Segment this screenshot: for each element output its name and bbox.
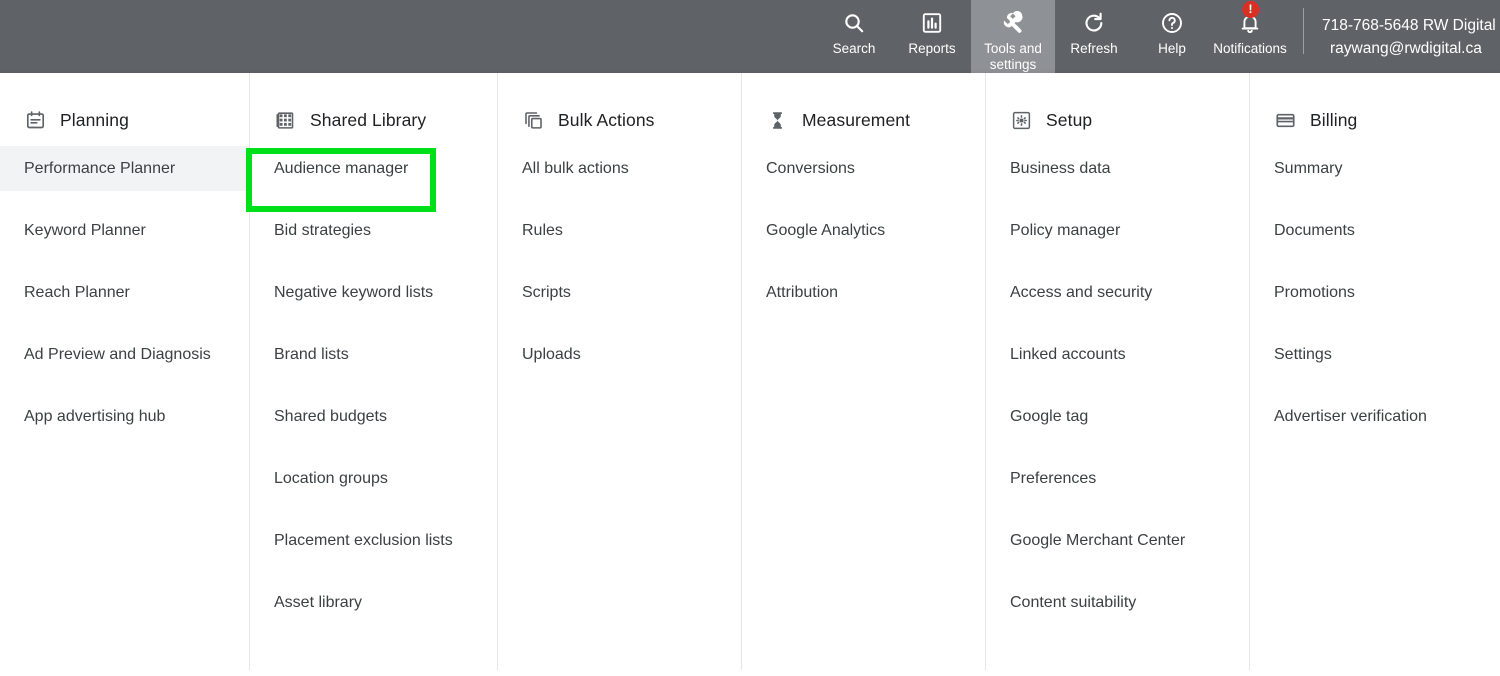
column-header-setup: Setup bbox=[986, 73, 1249, 137]
bar-chart-icon bbox=[920, 8, 944, 38]
tools-and-settings-menu-panel: Planning Performance Planner Keyword Pla… bbox=[0, 73, 1500, 670]
menu-item-keyword-planner[interactable]: Keyword Planner bbox=[0, 208, 249, 253]
menu-item-settings[interactable]: Settings bbox=[1250, 332, 1500, 377]
hourglass-icon bbox=[766, 109, 788, 131]
menu-item-advertiser-verification[interactable]: Advertiser verification bbox=[1250, 394, 1500, 439]
account-info[interactable]: 718-768-5648 RW Digital raywang@rwdigita… bbox=[1322, 0, 1500, 60]
menu-column-billing: Billing Summary Documents Promotions Set… bbox=[1250, 73, 1500, 670]
menu-items-measurement: Conversions Google Analytics Attribution bbox=[742, 137, 985, 315]
nav-item-refresh[interactable]: Refresh bbox=[1055, 0, 1133, 73]
credit-card-icon bbox=[1274, 109, 1296, 131]
help-circle-icon bbox=[1160, 8, 1184, 38]
menu-item-reach-planner[interactable]: Reach Planner bbox=[0, 270, 249, 315]
menu-item-google-tag[interactable]: Google tag bbox=[986, 394, 1249, 439]
menu-item-asset-library[interactable]: Asset library bbox=[250, 580, 497, 625]
wrench-icon bbox=[1001, 8, 1026, 38]
menu-items-bulk-actions: All bulk actions Rules Scripts Uploads bbox=[498, 137, 741, 377]
menu-item-app-advertising-hub[interactable]: App advertising hub bbox=[0, 394, 249, 439]
account-id-and-name: 718-768-5648 RW Digital bbox=[1322, 17, 1496, 34]
account-email: raywang@rwdigital.ca bbox=[1330, 40, 1482, 57]
column-title-bulk-actions: Bulk Actions bbox=[558, 109, 655, 130]
menu-item-business-data[interactable]: Business data bbox=[986, 146, 1249, 191]
menu-item-documents[interactable]: Documents bbox=[1250, 208, 1500, 253]
nav-label-search: Search bbox=[832, 41, 876, 56]
nav-item-notifications[interactable]: ! Notifications bbox=[1211, 0, 1289, 73]
menu-item-content-suitability[interactable]: Content suitability bbox=[986, 580, 1249, 625]
column-title-setup: Setup bbox=[1046, 109, 1093, 130]
menu-item-preferences[interactable]: Preferences bbox=[986, 456, 1249, 501]
nav-label-help: Help bbox=[1158, 41, 1186, 56]
menu-column-setup: Setup Business data Policy manager Acces… bbox=[986, 73, 1250, 670]
menu-item-summary[interactable]: Summary bbox=[1250, 146, 1500, 191]
header-divider bbox=[1303, 8, 1304, 54]
menu-item-promotions[interactable]: Promotions bbox=[1250, 270, 1500, 315]
stacked-squares-icon bbox=[522, 109, 544, 131]
menu-item-brand-lists[interactable]: Brand lists bbox=[250, 332, 497, 377]
menu-item-attribution[interactable]: Attribution bbox=[742, 270, 985, 315]
menu-items-setup: Business data Policy manager Access and … bbox=[986, 137, 1249, 625]
menu-column-bulk-actions: Bulk Actions All bulk actions Rules Scri… bbox=[498, 73, 742, 670]
nav-item-reports[interactable]: Reports bbox=[893, 0, 971, 73]
menu-items-shared-library: Audience manager Bid strategies Negative… bbox=[250, 137, 497, 625]
menu-items-planning: Performance Planner Keyword Planner Reac… bbox=[0, 137, 249, 439]
nav-item-help[interactable]: Help bbox=[1133, 0, 1211, 73]
nav-item-tools-and-settings[interactable]: Tools and settings bbox=[971, 0, 1055, 73]
column-title-billing: Billing bbox=[1310, 109, 1358, 130]
nav-label-reports: Reports bbox=[908, 41, 956, 56]
menu-item-placement-exclusion-lists[interactable]: Placement exclusion lists bbox=[250, 518, 497, 563]
menu-item-access-and-security[interactable]: Access and security bbox=[986, 270, 1249, 315]
column-title-shared-library: Shared Library bbox=[310, 109, 427, 130]
top-navigation-bar: Search Reports Tools and settings Refres… bbox=[0, 0, 1500, 73]
nav-label-tools-and-settings: Tools and settings bbox=[984, 41, 1042, 72]
menu-item-conversions[interactable]: Conversions bbox=[742, 146, 985, 191]
menu-item-performance-planner[interactable]: Performance Planner bbox=[0, 146, 249, 191]
panel-bottom-edge bbox=[0, 670, 1500, 676]
top-nav-items: Search Reports Tools and settings Refres… bbox=[815, 0, 1289, 73]
calendar-icon bbox=[24, 109, 46, 131]
nav-label-notifications: Notifications bbox=[1213, 41, 1287, 56]
menu-item-ad-preview-and-diagnosis[interactable]: Ad Preview and Diagnosis bbox=[0, 332, 249, 377]
menu-item-google-analytics[interactable]: Google Analytics bbox=[742, 208, 985, 253]
column-header-measurement: Measurement bbox=[742, 73, 985, 137]
refresh-icon bbox=[1082, 8, 1106, 38]
menu-item-bid-strategies[interactable]: Bid strategies bbox=[250, 208, 497, 253]
column-header-planning: Planning bbox=[0, 73, 249, 137]
menu-column-measurement: Measurement Conversions Google Analytics… bbox=[742, 73, 986, 670]
menu-item-google-merchant-center[interactable]: Google Merchant Center bbox=[986, 518, 1249, 563]
column-header-bulk-actions: Bulk Actions bbox=[498, 73, 741, 137]
column-title-planning: Planning bbox=[60, 109, 129, 130]
menu-item-shared-budgets[interactable]: Shared budgets bbox=[250, 394, 497, 439]
notifications-badge: ! bbox=[1242, 1, 1259, 18]
column-title-measurement: Measurement bbox=[802, 109, 911, 130]
bell-icon: ! bbox=[1238, 1, 1262, 38]
nav-item-search[interactable]: Search bbox=[815, 0, 893, 73]
menu-item-rules[interactable]: Rules bbox=[498, 208, 741, 253]
column-header-shared-library: Shared Library bbox=[250, 73, 497, 137]
menu-item-scripts[interactable]: Scripts bbox=[498, 270, 741, 315]
menu-item-location-groups[interactable]: Location groups bbox=[250, 456, 497, 501]
menu-item-all-bulk-actions[interactable]: All bulk actions bbox=[498, 146, 741, 191]
column-header-billing: Billing bbox=[1250, 73, 1500, 137]
nav-label-refresh: Refresh bbox=[1070, 41, 1118, 56]
menu-item-negative-keyword-lists[interactable]: Negative keyword lists bbox=[250, 270, 497, 315]
gear-square-icon bbox=[1010, 109, 1032, 131]
menu-item-policy-manager[interactable]: Policy manager bbox=[986, 208, 1249, 253]
google-ads-tools-and-settings-screen: Search Reports Tools and settings Refres… bbox=[0, 0, 1500, 676]
menu-item-linked-accounts[interactable]: Linked accounts bbox=[986, 332, 1249, 377]
menu-item-audience-manager[interactable]: Audience manager bbox=[250, 146, 497, 191]
menu-items-billing: Summary Documents Promotions Settings Ad… bbox=[1250, 137, 1500, 439]
menu-column-shared-library: Shared Library Audience manager Bid stra… bbox=[250, 73, 498, 670]
search-icon bbox=[842, 8, 866, 38]
menu-column-planning: Planning Performance Planner Keyword Pla… bbox=[0, 73, 250, 670]
menu-item-uploads[interactable]: Uploads bbox=[498, 332, 741, 377]
library-grid-icon bbox=[274, 109, 296, 131]
